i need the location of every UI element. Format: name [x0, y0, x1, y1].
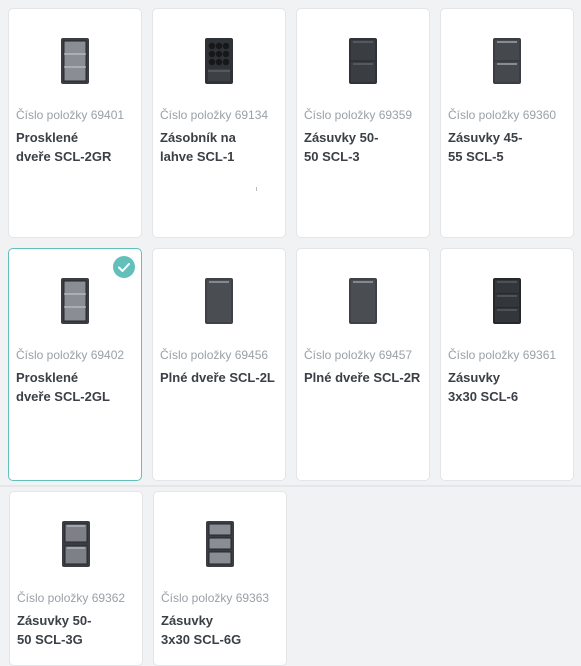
checkmark-icon	[113, 256, 135, 278]
item-number: Číslo položky 69402	[16, 348, 125, 362]
product-card-69402[interactable]: Číslo položky 69402 Prosklené dveře SCL-…	[8, 248, 142, 481]
two-drawer-cabinet-icon	[297, 37, 429, 97]
glass-door-cabinet-icon	[9, 37, 141, 97]
product-title: Zásuvky 50- 50 SCL-3	[304, 130, 379, 164]
product-title: Plné dveře SCL-2L	[160, 370, 275, 385]
item-number: Číslo položky 69361	[448, 348, 557, 362]
product-card-69359[interactable]: Číslo položky 69359 Zásuvky 50- 50 SCL-3	[296, 8, 430, 238]
two-drawer-cabinet-icon	[441, 37, 573, 97]
item-number: Číslo položky 69363	[161, 591, 270, 605]
product-title: Plné dveře SCL-2R	[304, 370, 421, 385]
item-number: Číslo položky 69401	[16, 108, 125, 122]
product-card-69362[interactable]: Číslo položky 69362 Zásuvky 50- 50 SCL-3…	[9, 491, 143, 666]
divider-mark	[256, 187, 257, 191]
product-card-69401[interactable]: Číslo položky 69401 Prosklené dveře SCL-…	[8, 8, 142, 238]
product-title: Prosklené dveře SCL-2GL	[16, 370, 110, 404]
bottle-rack-cabinet-icon	[153, 37, 285, 97]
product-card-69363[interactable]: Číslo položky 69363 Zásuvky 3x30 SCL-6G	[153, 491, 287, 666]
product-title: Prosklené dveře SCL-2GR	[16, 130, 112, 164]
glass-door-cabinet-icon	[9, 277, 141, 337]
item-number: Číslo položky 69134	[160, 108, 269, 122]
product-title: Zásuvky 3x30 SCL-6	[448, 370, 519, 404]
product-card-69360[interactable]: Číslo položky 69360 Zásuvky 45- 55 SCL-5	[440, 8, 574, 238]
product-title: Zásobník na lahve SCL-1	[160, 130, 236, 164]
product-card-69134[interactable]: Číslo položky 69134 Zásobník na lahve SC…	[152, 8, 286, 238]
item-number: Číslo položky 69359	[304, 108, 413, 122]
product-title: Zásuvky 50- 50 SCL-3G	[17, 613, 92, 647]
section-divider	[0, 485, 581, 487]
product-title: Zásuvky 3x30 SCL-6G	[161, 613, 242, 647]
product-grid: Číslo položky 69401 Prosklené dveře SCL-…	[0, 0, 581, 666]
item-number: Číslo položky 69360	[448, 108, 557, 122]
product-title: Zásuvky 45- 55 SCL-5	[448, 130, 523, 164]
three-drawer-cabinet-icon	[441, 277, 573, 337]
solid-door-cabinet-icon	[153, 277, 285, 337]
glass-three-drawer-cabinet-icon	[154, 520, 286, 580]
product-card-69456[interactable]: Číslo položky 69456 Plné dveře SCL-2L	[152, 248, 286, 481]
item-number: Číslo položky 69457	[304, 348, 413, 362]
item-number: Číslo položky 69456	[160, 348, 269, 362]
solid-door-cabinet-icon	[297, 277, 429, 337]
product-card-69457[interactable]: Číslo položky 69457 Plné dveře SCL-2R	[296, 248, 430, 481]
item-number: Číslo položky 69362	[17, 591, 126, 605]
product-card-69361[interactable]: Číslo položky 69361 Zásuvky 3x30 SCL-6	[440, 248, 574, 481]
glass-drawer-cabinet-icon	[10, 520, 142, 580]
